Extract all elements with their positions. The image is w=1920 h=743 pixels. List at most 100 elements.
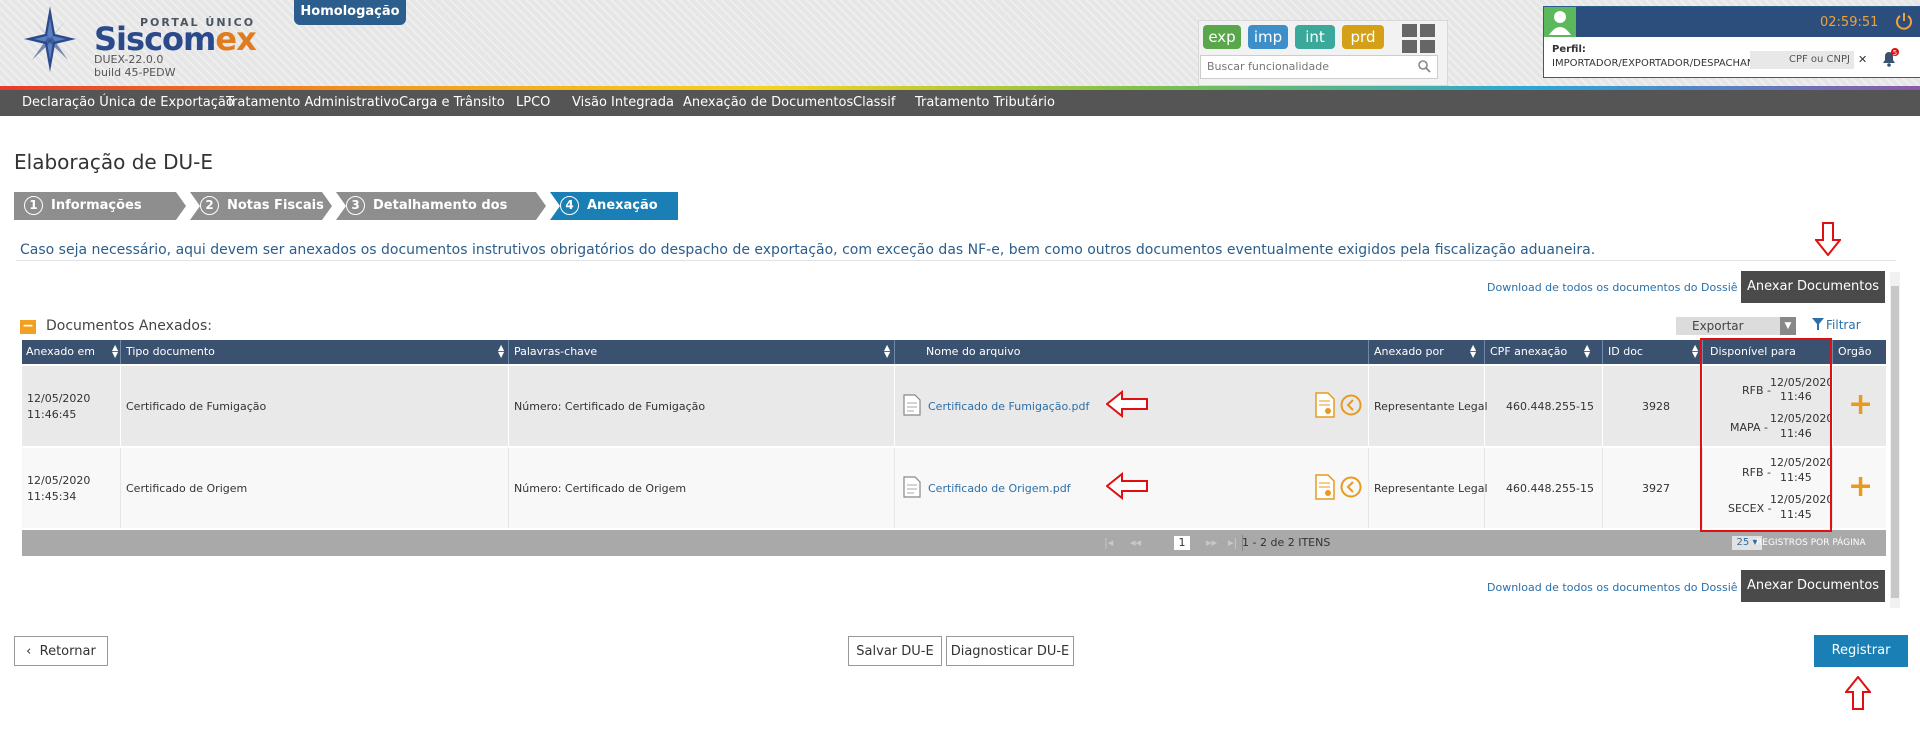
last-page-icon[interactable]: ▸| xyxy=(1228,530,1237,556)
session-timer: 02:59:51 xyxy=(1820,15,1879,30)
table-header: Anexado em ▲ ▼ Tipo documento ▲ ▼ Palavras… xyxy=(22,340,1886,364)
siscomex-star-logo xyxy=(24,6,76,72)
notification-count: 5 xyxy=(1893,49,1897,57)
build-text: build 45-PEDW xyxy=(94,66,176,79)
perfil-value: IMPORTADOR/EXPORTADOR/DESPACHANTE xyxy=(1552,58,1767,69)
col-anexado-por[interactable]: Anexado por xyxy=(1374,340,1444,364)
sort-icon[interactable]: ▲ ▼ xyxy=(1584,344,1590,359)
power-icon[interactable] xyxy=(1894,11,1914,31)
cell-palavras-chave: Número: Certificado de Fumigação xyxy=(514,400,706,413)
register-button[interactable]: Registrar xyxy=(1814,635,1908,667)
cell-time: 11:46:45 xyxy=(27,408,77,421)
next-page-icon[interactable]: ▸▸ xyxy=(1206,530,1217,556)
apps-grid-icon[interactable] xyxy=(1402,24,1436,54)
red-arrow-down-annotation xyxy=(1815,222,1841,256)
step-informacoes-gerais[interactable]: 1 Informações Gerais xyxy=(14,192,186,220)
col-anexado-em[interactable]: Anexado em xyxy=(26,340,95,364)
cpf-cnpj-input[interactable]: CPF ou CNPJ xyxy=(1750,51,1854,69)
chevron-left-circle-icon[interactable] xyxy=(1340,476,1362,498)
cell-id-doc: 3927 xyxy=(1642,482,1670,495)
certificate-icon[interactable] xyxy=(1314,392,1336,418)
cell-tipo-documento: Certificado de Origem xyxy=(126,482,248,495)
main-menu: Declaração Única de Exportação Tratament… xyxy=(0,90,1920,116)
col-cpf-anexacao[interactable]: CPF anexação xyxy=(1490,340,1567,364)
menu-item-due[interactable]: Declaração Única de Exportação xyxy=(22,90,234,116)
step-anexacao[interactable]: 4 Anexação xyxy=(550,192,678,220)
step-detalhamento-itens[interactable]: 3 Detalhamento dos Itens xyxy=(336,192,546,220)
cell-date: 12/05/2020 xyxy=(27,474,91,487)
sort-icon[interactable]: ▲ ▼ xyxy=(1470,344,1476,359)
filter-icon[interactable] xyxy=(1812,318,1824,330)
filter-link[interactable]: Filtrar xyxy=(1826,318,1861,332)
export-select[interactable]: Exportar xyxy=(1676,317,1796,335)
file-link[interactable]: Certificado de Origem.pdf xyxy=(928,482,1071,495)
save-due-button[interactable]: Salvar DU-E xyxy=(848,636,942,666)
search-placeholder: Buscar funcionalidade xyxy=(1207,60,1330,73)
cell-palavras-chave: Número: Certificado de Origem xyxy=(514,482,687,495)
cell-anexado-por: Representante Legal xyxy=(1374,482,1488,495)
col-id-doc[interactable]: ID doc xyxy=(1608,340,1643,364)
chevron-left-circle-icon[interactable] xyxy=(1340,394,1362,416)
sort-icon[interactable]: ▲ ▼ xyxy=(884,344,890,359)
cell-cpf: 460.448.255-15 xyxy=(1506,482,1594,495)
add-organ-icon[interactable]: + xyxy=(1848,472,1873,502)
bell-icon[interactable]: 5 xyxy=(1878,47,1900,69)
cell-tipo-documento: Certificado de Fumigação xyxy=(126,400,267,413)
prev-page-icon[interactable]: ◂◂ xyxy=(1130,530,1141,556)
column-separator xyxy=(894,340,895,364)
step-notas-fiscais[interactable]: 2 Notas Fiscais xyxy=(190,192,332,220)
pager-summary: 1 - 2 de 2 ITENS xyxy=(1242,536,1331,549)
table-pager: |◂ ◂◂ 1 ▸▸ ▸| 1 - 2 de 2 ITENS 25 ▾ REGI… xyxy=(22,530,1886,556)
sort-icon[interactable]: ▲ ▼ xyxy=(498,344,504,359)
download-all-link-bottom[interactable]: Download de todos os documentos do Dossi… xyxy=(1487,581,1738,594)
col-tipo-documento[interactable]: Tipo documento xyxy=(126,340,215,364)
divider xyxy=(16,260,1896,261)
row-separator xyxy=(1602,448,1603,528)
menu-item-anexacao-documentos[interactable]: Anexação de Documentos xyxy=(683,90,853,116)
attach-documents-button-top[interactable]: Anexar Documentos xyxy=(1741,271,1885,303)
document-icon xyxy=(903,394,921,416)
column-separator xyxy=(508,340,509,364)
scrollbar-thumb[interactable] xyxy=(1891,286,1899,598)
page-number[interactable]: 1 xyxy=(1174,536,1190,550)
menu-item-tratamento-tributario[interactable]: Tratamento Tributário xyxy=(915,90,1055,116)
env-int-button[interactable]: int xyxy=(1295,25,1335,49)
chevron-down-icon[interactable]: ▼ xyxy=(1780,317,1796,335)
table-row: 12/05/2020 11:46:45 Certificado de Fumig… xyxy=(22,366,1886,446)
attach-documents-button-bottom[interactable]: Anexar Documentos xyxy=(1741,570,1885,602)
red-box-annotation xyxy=(1700,338,1832,532)
search-icon[interactable] xyxy=(1418,60,1431,73)
menu-item-tratamento-administrativo[interactable]: Tratamento Administrativo xyxy=(226,90,399,116)
row-separator xyxy=(508,448,509,528)
col-orgao[interactable]: Orgão xyxy=(1838,340,1871,364)
red-arrow-left-annotation xyxy=(1106,390,1148,418)
certificate-icon[interactable] xyxy=(1314,474,1336,500)
first-page-icon[interactable]: |◂ xyxy=(1104,530,1113,556)
download-all-link-top[interactable]: Download de todos os documentos do Dossi… xyxy=(1487,281,1738,294)
env-exp-button[interactable]: exp xyxy=(1203,25,1241,49)
cell-anexado-por: Representante Legal xyxy=(1374,400,1488,413)
page-size-label: REGISTROS POR PÁGINA xyxy=(1756,538,1866,548)
diagnose-due-button[interactable]: Diagnosticar DU-E xyxy=(946,636,1074,666)
col-nome-arquivo[interactable]: Nome do arquivo xyxy=(926,340,1020,364)
column-separator xyxy=(1484,340,1485,364)
sort-icon[interactable]: ▲ ▼ xyxy=(1692,344,1698,359)
sort-icon[interactable]: ▲ ▼ xyxy=(112,344,118,359)
menu-item-visao-integrada[interactable]: Visão Integrada xyxy=(572,90,674,116)
file-link[interactable]: Certificado de Fumigação.pdf xyxy=(928,400,1089,413)
menu-item-classif[interactable]: Classif xyxy=(853,90,895,116)
col-palavras-chave[interactable]: Palavras-chave xyxy=(514,340,597,364)
column-separator xyxy=(1832,340,1833,364)
back-button[interactable]: ‹ Retornar xyxy=(14,636,108,666)
close-icon[interactable]: ✕ xyxy=(1858,53,1867,66)
row-separator xyxy=(120,448,121,528)
menu-item-lpco[interactable]: LPCO xyxy=(516,90,550,116)
env-imp-button[interactable]: imp xyxy=(1248,25,1288,49)
row-separator xyxy=(1832,366,1833,446)
document-icon xyxy=(903,476,921,498)
add-organ-icon[interactable]: + xyxy=(1848,390,1873,420)
menu-item-carga-transito[interactable]: Carga e Trânsito xyxy=(399,90,505,116)
search-input[interactable]: Buscar funcionalidade xyxy=(1200,55,1438,79)
column-separator xyxy=(1602,340,1603,364)
env-prd-button[interactable]: prd xyxy=(1342,25,1384,49)
